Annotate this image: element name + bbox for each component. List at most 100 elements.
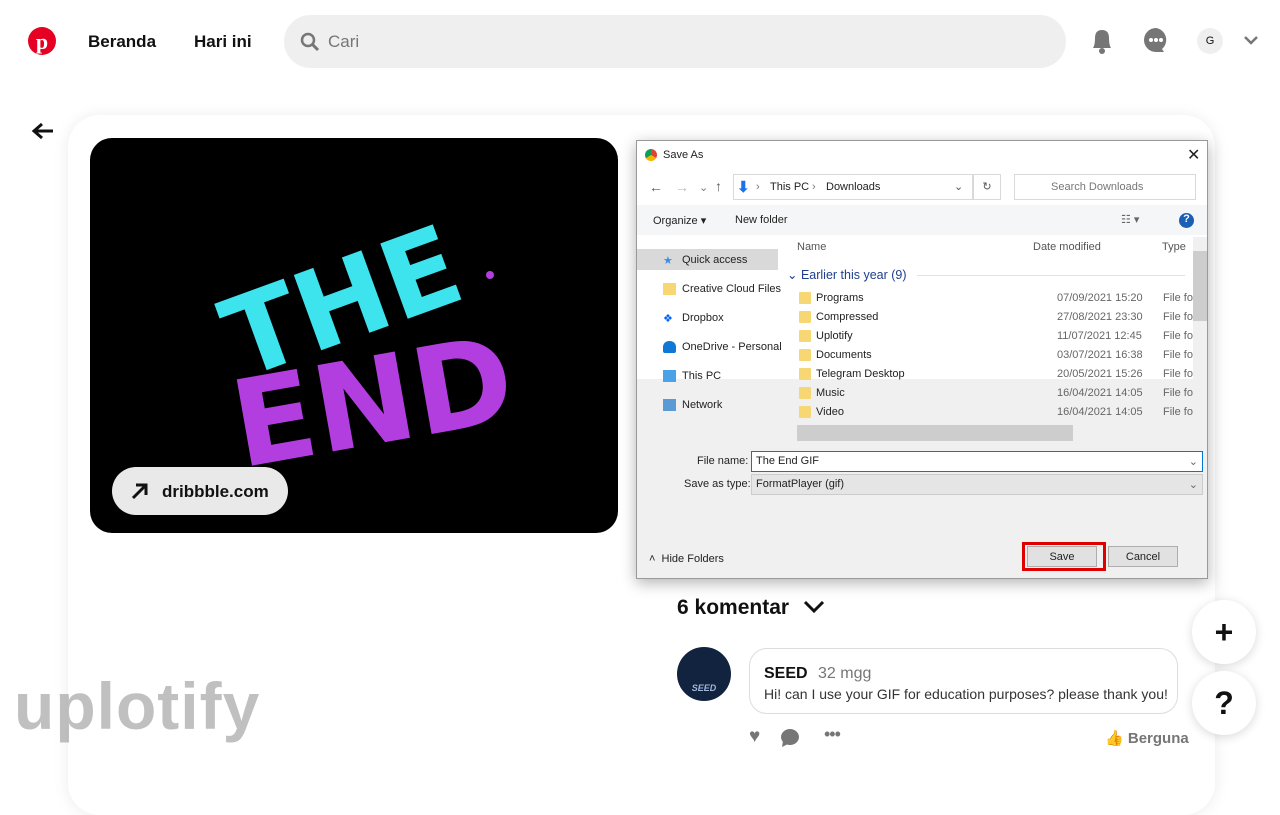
column-type[interactable]: Type [1162,241,1186,253]
file-type: File fo [1163,311,1193,323]
address-dropdown-icon[interactable]: ⌄ [954,180,963,193]
arrow-up-right-icon [131,483,148,500]
sidebar-item-creative-cloud[interactable]: Creative Cloud Files [663,283,803,296]
folder-icon [799,368,811,380]
up-icon[interactable]: ↑ [715,178,722,194]
folder-icon [799,387,811,399]
reply-icon[interactable] [780,728,800,747]
recent-dropdown-icon[interactable]: ⌄ [699,181,708,194]
bell-icon[interactable] [1089,27,1115,55]
comment-time: 32 mgg [818,665,872,682]
save-as-dialog: Save As ✕ ← → ⌄ ↑ ⬇ › This PC › Download… [636,140,1208,579]
file-row[interactable]: Uplotify 11/07/2021 12:45 File fo [787,327,1207,346]
folder-icon [799,330,811,342]
avatar[interactable]: G [1197,28,1223,54]
save-as-type-select[interactable]: FormatPlayer (gif) ⌄ [751,474,1203,495]
more-icon[interactable]: ••• [824,724,841,745]
organize-button[interactable]: Organize ▾ [653,214,706,227]
file-date: 07/09/2021 15:20 [1057,292,1143,304]
dialog-title: Save As [663,149,704,161]
comment-bubble: SEED 32 mgg Hi! can I use your GIF for e… [749,648,1178,714]
folder-icon [799,311,811,323]
file-row[interactable]: Documents 03/07/2021 16:38 File fo [787,346,1207,365]
hide-folders-button[interactable]: ˄ Hide Folders [649,553,724,565]
add-button[interactable]: + [1192,600,1256,664]
file-name: Video [816,406,844,418]
comment-avatar[interactable]: SEED [677,647,731,701]
watermark: uplotify [14,669,261,743]
svg-text:p: p [36,29,48,54]
refresh-icon[interactable]: ↻ [973,174,1001,200]
breadcrumb-downloads[interactable]: Downloads [826,181,880,193]
file-row[interactable]: Compressed 27/08/2021 23:30 File fo [787,308,1207,327]
sidebar-item-onedrive[interactable]: OneDrive - Personal [663,341,803,354]
file-name: Documents [816,349,872,361]
chevron-down-icon[interactable] [803,600,825,614]
file-name: Compressed [816,311,879,323]
file-name-input[interactable]: The End GIF ⌄ [751,451,1203,472]
file-type: File fo [1163,368,1193,380]
view-options-icon[interactable]: ☷ ▾ [1121,213,1139,226]
nav-beranda[interactable]: Beranda [88,32,156,52]
chat-icon[interactable] [1143,27,1170,54]
address-bar[interactable]: ⬇ › This PC › Downloads ⌄ [733,174,973,200]
sidebar-item-dropbox[interactable]: ❖ Dropbox [663,312,803,325]
file-type: File fo [1163,292,1193,304]
chrome-icon [645,149,657,161]
cloud-icon [663,341,676,354]
back-arrow-icon[interactable] [31,121,55,141]
helpful-button[interactable]: 👍 Berguna [1105,729,1189,747]
file-date: 20/05/2021 15:26 [1057,368,1143,380]
column-date[interactable]: Date modified [1033,241,1101,253]
file-type: File fo [1163,387,1193,399]
network-icon [663,399,676,412]
nav-hari-ini[interactable]: Hari ini [194,32,252,52]
star-icon: ★ [663,255,673,268]
search-downloads-input[interactable]: Search Downloads [1014,174,1196,200]
file-row[interactable]: Telegram Desktop 20/05/2021 15:26 File fo [787,365,1207,384]
download-icon: ⬇ [737,179,750,196]
file-date: 03/07/2021 16:38 [1057,349,1143,361]
file-type: File fo [1163,330,1193,342]
sidebar-item-this-pc[interactable]: This PC [663,370,803,383]
comment-author[interactable]: SEED [764,665,808,682]
search-input[interactable]: Cari [284,15,1066,68]
comments-heading[interactable]: 6 komentar [677,596,825,620]
vertical-scrollbar[interactable] [1193,237,1207,427]
file-type: File fo [1163,406,1193,418]
file-row[interactable]: Video 16/04/2021 14:05 File fo [787,403,1207,422]
folder-icon [799,406,811,418]
source-link-button[interactable]: dribbble.com [112,467,288,515]
close-icon[interactable]: ✕ [1187,145,1200,165]
file-date: 11/07/2021 12:45 [1057,330,1142,342]
help-button[interactable]: ? [1192,671,1256,735]
breadcrumb-this-pc[interactable]: This PC [770,181,809,193]
new-folder-button[interactable]: New folder [735,214,788,226]
file-name-label: File name: [697,455,749,467]
chevron-down-icon[interactable] [1243,35,1259,47]
forward-icon[interactable]: → [675,179,689,195]
help-icon[interactable]: ? [1179,213,1194,228]
file-name: Programs [816,292,864,304]
column-name[interactable]: Name [797,241,826,253]
file-name: Music [816,387,845,399]
sidebar-item-network[interactable]: Network [663,399,803,412]
file-name: Uplotify [816,330,853,342]
source-link-text: dribbble.com [162,482,269,501]
search-icon [300,32,320,52]
file-date: 16/04/2021 14:05 [1057,387,1143,399]
back-icon[interactable]: ← [649,179,663,195]
search-placeholder: Cari [328,32,360,51]
file-row[interactable]: Music 16/04/2021 14:05 File fo [787,384,1207,403]
pinterest-logo[interactable]: p [28,27,56,55]
file-date: 27/08/2021 23:30 [1057,311,1143,323]
cancel-button[interactable]: Cancel [1108,546,1178,567]
save-button[interactable]: Save [1027,546,1097,567]
sidebar-item-quick-access[interactable]: ★ Quick access [663,254,803,268]
horizontal-scrollbar[interactable] [781,425,1193,441]
computer-icon [663,370,676,383]
file-name: Telegram Desktop [816,368,905,380]
group-header[interactable]: ⌄ Earlier this year (9) [787,267,907,282]
like-icon[interactable]: ♥ [749,726,760,748]
file-row[interactable]: Programs 07/09/2021 15:20 File fo [787,289,1207,308]
